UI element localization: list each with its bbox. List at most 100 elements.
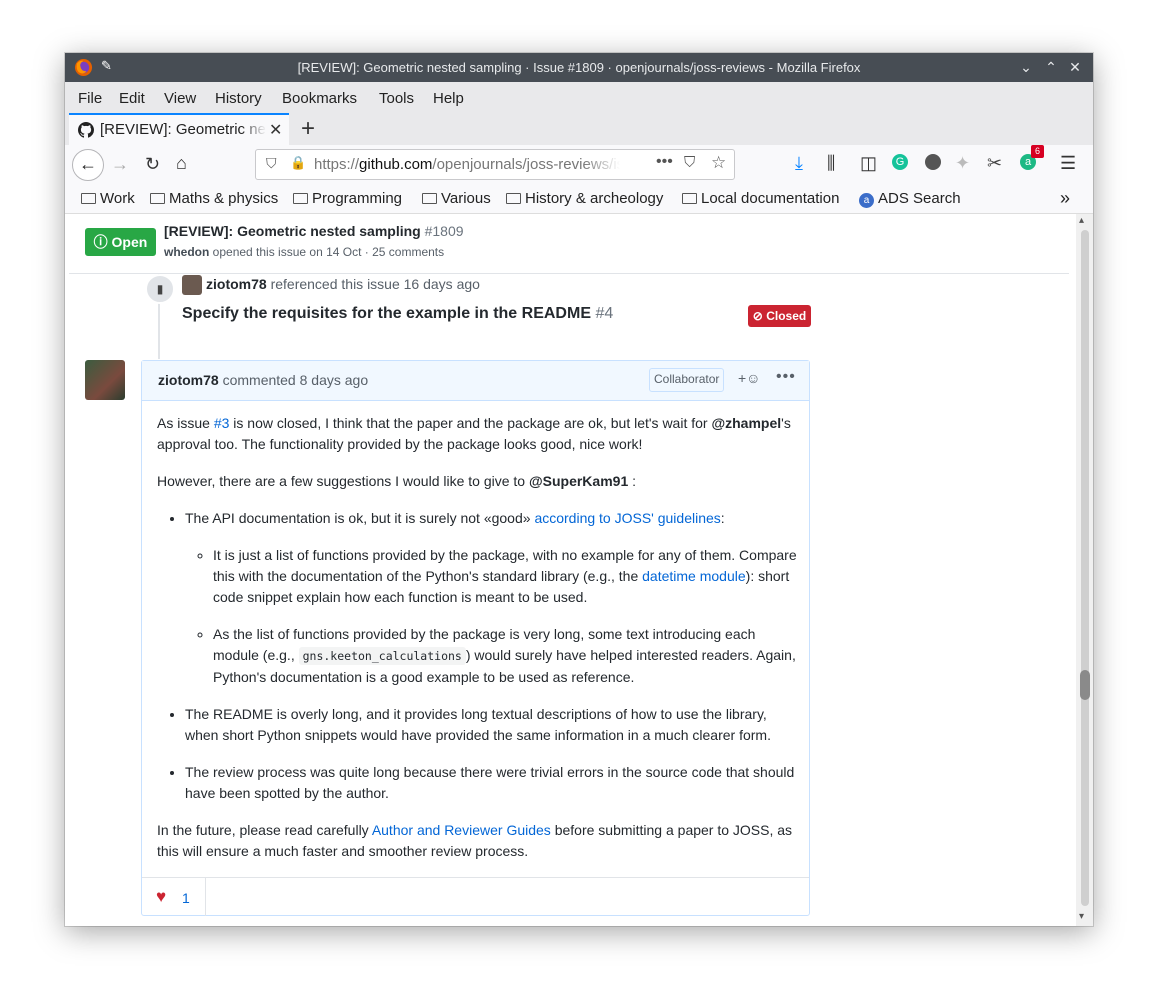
bookmark-programming[interactable]: Programming [293,190,402,207]
inline-code: gns.keeton_calculations [298,647,466,665]
back-button[interactable]: ← [72,149,104,181]
reference-event: ziotom78 referenced this issue 16 days a… [206,276,480,292]
lock-icon[interactable]: 🔒 [290,155,306,171]
issue-title: [REVIEW]: Geometric nested sampling #180… [164,223,464,239]
scrollbar[interactable]: ▴ ▾ [1076,214,1093,926]
reference-user-link[interactable]: ziotom78 [206,276,267,292]
menu-help[interactable]: Help [433,90,464,107]
bookmark-history-archeology[interactable]: History & archeology [506,190,663,207]
issue-3-link[interactable]: #3 [214,415,230,431]
bookmark-various[interactable]: Various [422,190,491,207]
notification-badge: 6 [1031,145,1044,158]
comment-paragraph: In the future, please read carefully Aut… [157,822,793,859]
folder-icon [422,193,437,204]
tab-active[interactable]: [REVIEW]: Geometric nested sampling ✕ [69,113,289,145]
list-item: As the list of functions provided by the… [213,624,797,688]
list-item: The README is overly long, and it provid… [185,704,797,746]
folder-icon [150,193,165,204]
avatar[interactable] [182,275,202,295]
menu-tools[interactable]: Tools [379,90,414,107]
title-bar: ✎ [REVIEW]: Geometric nested sampling · … [65,53,1093,82]
collaborator-badge: Collaborator [649,368,725,392]
issue-sticky-header: ⓘ Open [REVIEW]: Geometric nested sampli… [69,214,1069,274]
tab-strip: [REVIEW]: Geometric nested sampling ✕ + [65,113,1093,145]
hamburger-menu-icon[interactable]: ☰ [1060,153,1076,174]
tab-close-icon[interactable]: ✕ [269,120,282,140]
mention-superkam91[interactable]: @SuperKam91 [529,473,628,489]
more-bookmarks-icon[interactable]: » [1060,188,1070,209]
folder-icon [81,193,96,204]
window-title: [REVIEW]: Geometric nested sampling · Is… [297,60,861,75]
issue-open-icon: ⓘ [93,234,108,250]
menu-view[interactable]: View [164,90,196,107]
navigation-bar: ← → ↻ ⌂ ⛉ 🔒 https://github.com/openjourn… [65,145,1093,186]
mention-zhampel[interactable]: @zhampel [711,415,781,431]
github-icon [78,122,94,138]
ads-icon: a [859,193,874,208]
account-avatar-icon[interactable] [925,154,941,170]
extension-icon[interactable]: ✦ [955,153,970,174]
pocket-icon[interactable]: ⛉ [684,154,695,171]
more-options-icon[interactable]: ••• [776,368,796,386]
list-item: The API documentation is ok, but it is s… [185,508,797,688]
reload-button[interactable]: ↻ [145,154,160,175]
downloads-icon[interactable]: ⤓ [795,153,803,174]
comment-timestamp[interactable]: commented 8 days ago [223,372,369,388]
heart-icon: ♥ [156,887,167,906]
folder-icon [682,193,697,204]
menu-bookmarks[interactable]: Bookmarks [282,90,357,107]
scroll-down-icon[interactable]: ▾ [1079,911,1084,922]
sub-list: It is just a list of functions provided … [185,545,797,688]
scroll-up-icon[interactable]: ▴ [1079,215,1084,226]
sidebar-icon[interactable]: ◫ [860,153,877,174]
joss-guidelines-link[interactable]: according to JOSS' guidelines [534,510,720,526]
new-tab-button[interactable]: + [301,115,315,143]
library-icon[interactable]: ⫼ [827,153,835,174]
page-actions-icon[interactable]: ••• [656,153,673,171]
datetime-module-link[interactable]: datetime module [642,568,746,584]
add-reaction-icon[interactable]: +☺ [738,370,760,386]
bookmark-star-icon[interactable]: ☆ [711,153,726,173]
browser-window: ✎ [REVIEW]: Geometric nested sampling · … [65,53,1093,926]
grammarly-icon[interactable]: G [892,154,908,170]
maximize-icon[interactable]: ⌃ [1041,57,1061,77]
menu-bar: File Edit View History Bookmarks Tools H… [65,82,1093,113]
commenter-avatar[interactable] [85,360,125,400]
menu-history[interactable]: History [215,90,262,107]
shield-icon[interactable]: ⛉ [266,155,277,172]
menu-edit[interactable]: Edit [119,90,145,107]
author-reviewer-guides-link[interactable]: Author and Reviewer Guides [372,822,551,838]
comment-body: As issue #3 is now closed, I think that … [157,413,797,878]
forward-button[interactable]: → [111,154,129,175]
closed-badge: ⊘ Closed [748,305,811,327]
folder-icon [293,193,308,204]
bookmark-work[interactable]: Work [81,190,135,207]
list-item: It is just a list of functions provided … [213,545,797,608]
bookmark-maths-physics[interactable]: Maths & physics [150,190,278,207]
home-button[interactable]: ⌂ [176,153,187,174]
issue-author-link[interactable]: whedon [164,245,209,259]
comment-box: ziotom78 commented 8 days ago Collaborat… [141,360,810,916]
list-item: The review process was quite long becaus… [185,762,797,804]
close-window-icon[interactable]: ✕ [1065,57,1085,77]
scrollbar-track[interactable] [1081,230,1089,906]
reaction-count: 1 [182,890,190,906]
page-content: ⓘ Open [REVIEW]: Geometric nested sampli… [65,214,1093,926]
closed-icon: ⊘ [752,309,763,323]
plugin-icon[interactable]: ✂ [987,153,1002,174]
reactions-bar: ♥ 1 [142,877,809,916]
folder-icon [506,193,521,204]
comment-author-link[interactable]: ziotom78 [158,372,219,388]
url-bar[interactable]: ⛉ 🔒 https://github.com/openjournals/joss… [255,149,735,180]
issue-meta: whedon opened this issue on 14 Oct · 25 … [164,245,445,259]
url-text[interactable]: https://github.com/openjournals/joss-rev… [314,156,620,173]
scrollbar-thumb[interactable] [1080,670,1090,700]
minimize-icon[interactable]: ⌄ [1016,57,1036,77]
heart-reaction-button[interactable]: ♥ 1 [142,878,206,916]
comment-paragraph: As issue #3 is now closed, I think that … [157,415,791,452]
menu-file[interactable]: File [78,90,102,107]
bookmark-local-documentation[interactable]: Local documentation [682,190,839,207]
tab-label: [REVIEW]: Geometric nested sampling [100,121,266,138]
bookmark-ads-search[interactable]: a ADS Search [859,190,961,208]
reference-title-link[interactable]: Specify the requisites for the example i… [182,305,613,323]
